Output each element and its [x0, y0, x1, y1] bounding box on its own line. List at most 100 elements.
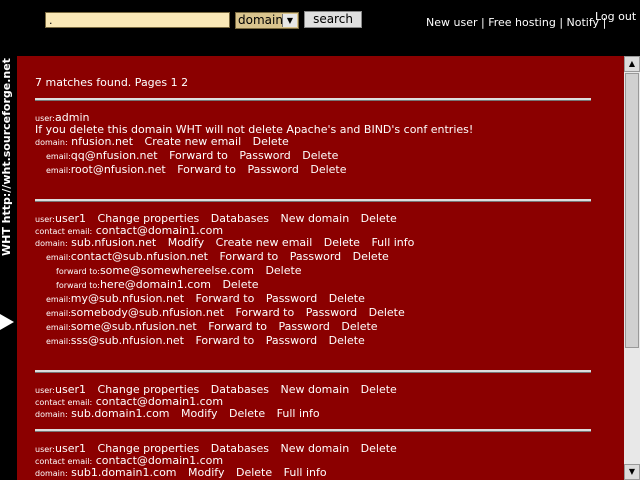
domain-row: domain: sub1.domain1.com Modify Delete F…	[35, 466, 327, 479]
side-banner-text[interactable]: WHT http://wht.sourceforge.net	[0, 58, 13, 256]
delete-link[interactable]: Delete	[310, 163, 346, 176]
contact-label: contact email:	[35, 398, 93, 407]
scrollbar-thumb[interactable]	[625, 73, 639, 348]
divider	[35, 370, 591, 373]
user-label: user:	[35, 445, 56, 454]
email-label: email:	[46, 253, 71, 262]
forward-link[interactable]: Forward to	[235, 306, 294, 319]
domain-name[interactable]: nfusion.net	[71, 135, 133, 148]
search-type-select[interactable]: domain ▼	[235, 12, 299, 29]
forward-link[interactable]: Forward to	[196, 334, 255, 347]
vertical-scrollbar[interactable]: ▲ ▼	[624, 56, 640, 480]
email-label: email:	[46, 337, 71, 346]
new-domain-link[interactable]: New domain	[280, 442, 349, 455]
results-summary: 7 matches found. Pages 1 2	[35, 76, 189, 89]
email-label: email:	[46, 166, 71, 175]
delete-link[interactable]: Delete	[236, 466, 272, 479]
forward-row: forward to:some@somewhereelse.com Delete	[56, 264, 302, 277]
domain-name[interactable]: sub.nfusion.net	[71, 236, 156, 249]
password-link[interactable]: Password	[239, 149, 290, 162]
delete-link[interactable]: Delete	[265, 264, 301, 277]
delete-link[interactable]: Delete	[369, 306, 405, 319]
forward-address[interactable]: here@domain1.com	[100, 278, 211, 291]
new-domain-link[interactable]: New domain	[280, 383, 349, 396]
password-link[interactable]: Password	[266, 334, 317, 347]
divider	[35, 199, 591, 202]
full-info-link[interactable]: Full info	[277, 407, 320, 420]
top-nav: New user | Free hosting | Notify |	[426, 16, 606, 29]
scroll-down-icon[interactable]: ▼	[624, 464, 640, 480]
domain-name[interactable]: sub1.domain1.com	[71, 466, 176, 479]
delete-link[interactable]: Delete	[361, 442, 397, 455]
forward-link[interactable]: Forward to	[177, 163, 236, 176]
contact-label: contact email:	[35, 457, 93, 466]
delete-link[interactable]: Delete	[353, 250, 389, 263]
delete-link[interactable]: Delete	[329, 334, 365, 347]
logout-link[interactable]: Log out	[595, 10, 636, 23]
delete-link[interactable]: Delete	[222, 278, 258, 291]
nav-separator: |	[480, 16, 485, 29]
search-button[interactable]: search	[304, 11, 362, 28]
email-address[interactable]: my@sub.nfusion.net	[71, 292, 184, 305]
user-label: user:	[35, 114, 56, 123]
nav-separator: |	[559, 16, 564, 29]
email-row: email:contact@sub.nfusion.net Forward to…	[46, 250, 389, 263]
email-address[interactable]: qq@nfusion.net	[71, 149, 158, 162]
delete-link[interactable]: Delete	[253, 135, 289, 148]
email-address[interactable]: sss@sub.nfusion.net	[71, 334, 184, 347]
email-address[interactable]: some@sub.nfusion.net	[71, 320, 197, 333]
email-row: email:some@sub.nfusion.net Forward to Pa…	[46, 320, 378, 333]
domain-row: domain: sub.nfusion.net Modify Create ne…	[35, 236, 414, 249]
domain-label: domain:	[35, 410, 68, 419]
domain-row: domain: nfusion.net Create new email Del…	[35, 135, 289, 148]
full-info-link[interactable]: Full info	[284, 466, 327, 479]
email-row: email:my@sub.nfusion.net Forward to Pass…	[46, 292, 365, 305]
password-link[interactable]: Password	[306, 306, 357, 319]
new-user-link[interactable]: New user	[426, 16, 477, 29]
delete-link[interactable]: Delete	[361, 383, 397, 396]
email-address[interactable]: contact@sub.nfusion.net	[71, 250, 208, 263]
password-link[interactable]: Password	[290, 250, 341, 263]
forward-address[interactable]: some@somewhereelse.com	[100, 264, 254, 277]
domain-label: domain:	[35, 469, 68, 478]
email-label: email:	[46, 323, 71, 332]
free-hosting-link[interactable]: Free hosting	[488, 16, 556, 29]
delete-link[interactable]: Delete	[329, 292, 365, 305]
side-banner: WHT http://wht.sourceforge.net	[0, 56, 17, 480]
email-address[interactable]: somebody@sub.nfusion.net	[71, 306, 224, 319]
email-label: email:	[46, 152, 71, 161]
email-address[interactable]: root@nfusion.net	[71, 163, 166, 176]
delete-link[interactable]: Delete	[324, 236, 360, 249]
top-bar: domain ▼ search New user | Free hosting …	[0, 0, 640, 56]
scroll-up-icon[interactable]: ▲	[624, 56, 640, 72]
triangle-tab-icon	[0, 314, 14, 330]
delete-link[interactable]: Delete	[302, 149, 338, 162]
password-link[interactable]: Password	[266, 292, 317, 305]
forward-link[interactable]: Forward to	[169, 149, 228, 162]
results-panel: 7 matches found. Pages 1 2 user:admin If…	[17, 56, 624, 480]
password-link[interactable]: Password	[279, 320, 330, 333]
search-input[interactable]	[45, 12, 230, 28]
divider	[35, 429, 591, 432]
forward-link[interactable]: Forward to	[196, 292, 255, 305]
domain-name[interactable]: sub.domain1.com	[71, 407, 169, 420]
user-label: user:	[35, 215, 56, 224]
domain-row: domain: sub.domain1.com Modify Delete Fu…	[35, 407, 320, 420]
modify-link[interactable]: Modify	[168, 236, 204, 249]
contact-label: contact email:	[35, 227, 93, 236]
email-label: email:	[46, 309, 71, 318]
chevron-down-icon[interactable]: ▼	[282, 14, 297, 27]
create-email-link[interactable]: Create new email	[145, 135, 242, 148]
delete-link[interactable]: Delete	[341, 320, 377, 333]
modify-link[interactable]: Modify	[188, 466, 224, 479]
forward-link[interactable]: Forward to	[208, 320, 267, 333]
create-email-link[interactable]: Create new email	[216, 236, 313, 249]
delete-link[interactable]: Delete	[229, 407, 265, 420]
password-link[interactable]: Password	[247, 163, 298, 176]
delete-link[interactable]: Delete	[361, 212, 397, 225]
full-info-link[interactable]: Full info	[371, 236, 414, 249]
forward-link[interactable]: Forward to	[219, 250, 278, 263]
modify-link[interactable]: Modify	[181, 407, 217, 420]
email-row: email:sss@sub.nfusion.net Forward to Pas…	[46, 334, 365, 347]
new-domain-link[interactable]: New domain	[280, 212, 349, 225]
